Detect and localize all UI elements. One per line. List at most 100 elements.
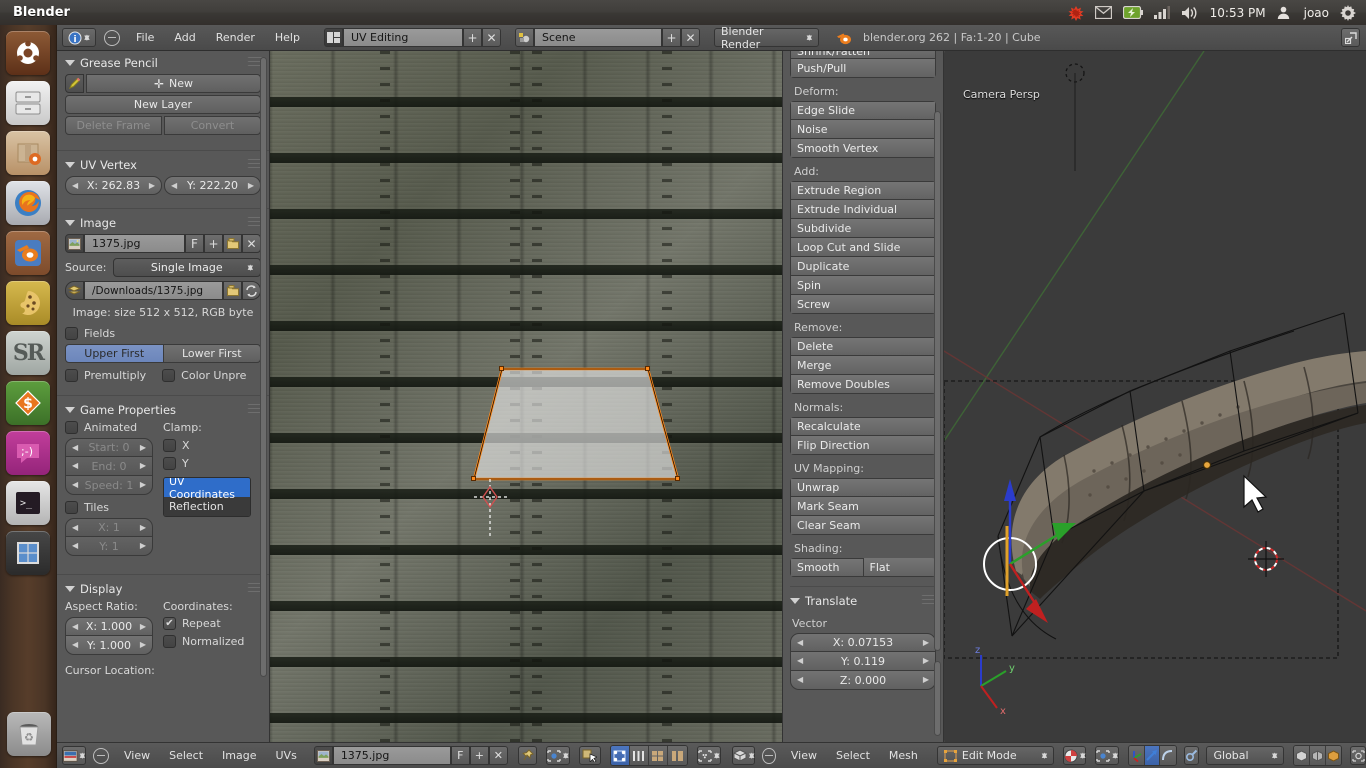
- menu-help[interactable]: Help: [267, 28, 308, 48]
- scene-name[interactable]: Scene: [533, 28, 662, 47]
- launcher-item-cookie[interactable]: [6, 281, 50, 325]
- panel-header-display[interactable]: Display: [57, 577, 269, 600]
- add-screen-layout-button[interactable]: +: [462, 28, 482, 47]
- menu-collapse-button[interactable]: [93, 747, 109, 764]
- clock[interactable]: 10:53 PM: [1210, 6, 1266, 20]
- tool-clear-seam[interactable]: Clear Seam: [790, 516, 936, 535]
- delete-scene-button[interactable]: ✕: [680, 28, 700, 47]
- decrement-arrow-icon[interactable]: ◀: [72, 461, 78, 470]
- launcher-item-money-app[interactable]: $: [6, 381, 50, 425]
- increment-arrow-icon[interactable]: ▶: [140, 523, 146, 532]
- uv-vertex[interactable]: [499, 366, 504, 371]
- tool-delete[interactable]: Delete: [790, 337, 936, 356]
- uv-vertex-x-field[interactable]: ◀ X: 262.83 ▶: [65, 176, 162, 195]
- uv-image-name[interactable]: 1375.jpg: [332, 746, 451, 765]
- uv-image-editor[interactable]: [270, 51, 782, 742]
- launcher-item-files[interactable]: [6, 81, 50, 125]
- uv-fake-user-button[interactable]: F: [450, 746, 470, 765]
- 3d-viewport[interactable]: z y x Camera Persp (34) Cube: [944, 51, 1366, 742]
- panel-header-translate[interactable]: Translate: [790, 589, 939, 612]
- panel-header-image[interactable]: Image: [57, 211, 269, 234]
- signal-icon[interactable]: [1153, 6, 1170, 19]
- notification-icon[interactable]: [1068, 5, 1084, 21]
- tool-smooth-vertex[interactable]: Smooth Vertex: [790, 139, 936, 158]
- properties-scrollbar[interactable]: [260, 57, 267, 677]
- grease-pencil-icon[interactable]: [65, 74, 84, 93]
- fake-user-button[interactable]: F: [185, 234, 204, 253]
- decrement-arrow-icon[interactable]: ◀: [797, 638, 803, 647]
- image-datablock-icon[interactable]: [65, 234, 84, 253]
- manipulator-type-icon[interactable]: [1183, 746, 1200, 765]
- menu-file[interactable]: File: [128, 28, 162, 48]
- pin-icon[interactable]: [517, 746, 537, 765]
- tool-unwrap[interactable]: Unwrap: [790, 478, 936, 497]
- decrement-arrow-icon[interactable]: ◀: [72, 640, 78, 649]
- game-start-field[interactable]: ◀ Start: 0 ▶: [65, 438, 153, 457]
- reload-image-button[interactable]: [242, 281, 261, 300]
- shading-solid-icon[interactable]: ▲ ▼: [1063, 746, 1087, 765]
- uv-vertex[interactable]: [675, 476, 680, 481]
- view3d-menu-mesh[interactable]: Mesh: [881, 746, 926, 766]
- launcher-item-terminal[interactable]: >_: [6, 481, 50, 525]
- tool-subdivide[interactable]: Subdivide: [790, 219, 936, 238]
- increment-arrow-icon[interactable]: ▶: [140, 461, 146, 470]
- tool-noise[interactable]: Noise: [790, 120, 936, 139]
- game-speed-field[interactable]: ◀ Speed: 1 ▶: [65, 476, 153, 495]
- menu-collapse-button[interactable]: [104, 29, 120, 46]
- tool-extrude-individual[interactable]: Extrude Individual: [790, 200, 936, 219]
- panel-header-grease-pencil[interactable]: Grease Pencil: [57, 51, 269, 74]
- uv-vertex-select-icon[interactable]: [610, 746, 630, 765]
- uv-vertex-y-field[interactable]: ◀ Y: 222.20 ▶: [164, 176, 261, 195]
- launcher-item-workspace-switcher[interactable]: [6, 531, 50, 575]
- launcher-item-trash[interactable]: ♻: [6, 712, 51, 756]
- game-end-field[interactable]: ◀ End: 0 ▶: [65, 457, 153, 476]
- clamp-y-checkbox[interactable]: [163, 457, 176, 470]
- decrement-arrow-icon[interactable]: ◀: [72, 443, 78, 452]
- menu-collapse-button[interactable]: [762, 747, 776, 764]
- scale-manipulator-icon[interactable]: [1160, 746, 1176, 765]
- animated-checkbox[interactable]: [65, 421, 78, 434]
- increment-arrow-icon[interactable]: ▶: [140, 443, 146, 452]
- image-icon[interactable]: [313, 746, 333, 765]
- tiles-y-field[interactable]: ◀ Y: 1 ▶: [65, 537, 153, 556]
- username[interactable]: joao: [1304, 6, 1329, 20]
- uv-island-select-icon[interactable]: [667, 746, 687, 765]
- open-image-button[interactable]: [223, 234, 242, 253]
- tool-spin[interactable]: Spin: [790, 276, 936, 295]
- pivot-icon[interactable]: ▲ ▼: [545, 746, 570, 765]
- proportional-edit-icon[interactable]: [1325, 746, 1342, 765]
- view3d-menu-select[interactable]: Select: [828, 746, 878, 766]
- translate-x-field[interactable]: ◀ X: 0.07153 ▶: [790, 633, 936, 652]
- launcher-item-sr-app[interactable]: SR: [6, 331, 50, 375]
- screen-layout-name[interactable]: UV Editing: [342, 28, 463, 47]
- add-image-button[interactable]: +: [204, 234, 223, 253]
- uv-vertex[interactable]: [645, 366, 650, 371]
- menu-render[interactable]: Render: [208, 28, 263, 48]
- increment-arrow-icon[interactable]: ▶: [923, 638, 929, 647]
- tool-screw[interactable]: Screw: [790, 295, 936, 314]
- uv-add-image-button[interactable]: +: [469, 746, 489, 765]
- delete-screen-layout-button[interactable]: ✕: [481, 28, 501, 47]
- scene-selector[interactable]: Scene + ✕: [514, 28, 700, 47]
- convert-button[interactable]: Convert: [164, 116, 261, 135]
- decrement-arrow-icon[interactable]: ◀: [171, 181, 177, 190]
- tools-scrollbar-lower[interactable]: [934, 661, 941, 736]
- tool-edge-slide[interactable]: Edge Slide: [790, 101, 936, 120]
- tool-shade-smooth[interactable]: Smooth: [790, 558, 864, 577]
- uv-menu-select[interactable]: Select: [161, 746, 211, 766]
- transform-orientation-dropdown[interactable]: Global ▲ ▼: [1206, 746, 1285, 765]
- new-layer-button[interactable]: New Layer: [65, 95, 261, 114]
- launcher-item-blender[interactable]: [6, 231, 50, 275]
- limit-selection-icon[interactable]: [1294, 746, 1310, 765]
- upper-first-button[interactable]: Upper First: [65, 344, 164, 363]
- increment-arrow-icon[interactable]: ▶: [149, 181, 155, 190]
- mapping-item-uv-coordinates[interactable]: UV Coordinates: [164, 478, 250, 501]
- battery-icon[interactable]: [1122, 6, 1143, 19]
- fields-checkbox[interactable]: [65, 327, 78, 340]
- launcher-item-messaging[interactable]: ;-): [6, 431, 50, 475]
- premultiply-checkbox[interactable]: [65, 369, 78, 382]
- grease-pencil-new-button[interactable]: ✛ New: [86, 74, 261, 93]
- pivot-median-icon[interactable]: ▲ ▼: [1095, 746, 1119, 765]
- uv-2d-cursor[interactable]: [474, 479, 508, 539]
- menu-add[interactable]: Add: [166, 28, 203, 48]
